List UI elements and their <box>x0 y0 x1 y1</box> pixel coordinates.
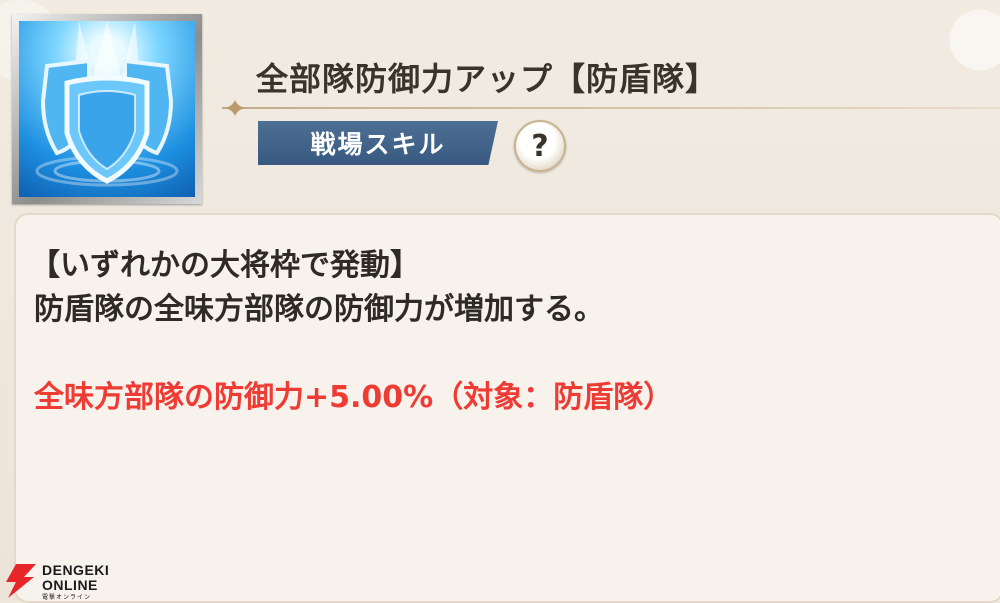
skill-icon-frame <box>12 14 202 204</box>
help-button[interactable]: ? <box>514 120 566 172</box>
skill-effect: 全味方部隊の防御力+5.00%（対象：防盾隊） <box>34 380 674 415</box>
skill-description: 防盾隊の全味方部隊の防御力が増加する。 <box>34 292 604 327</box>
fleur-ornament-icon <box>225 100 245 116</box>
dengeki-online-watermark: DENGEKI ONLINE 電撃オンライン <box>2 560 132 601</box>
skill-title: 全部隊防御力アップ【防盾隊】 <box>256 60 719 98</box>
watermark-line1: DENGEKI <box>42 562 110 578</box>
skill-title-bar: 全部隊防御力アップ【防盾隊】 <box>222 40 802 106</box>
question-mark-icon: ? <box>531 128 549 164</box>
watermark-line2: ONLINE <box>42 577 98 593</box>
skill-trigger-condition: 【いずれかの大将枠で発動】 <box>30 248 420 283</box>
skill-category-label: 戦場スキル <box>310 130 446 159</box>
skill-category-badge: 戦場スキル <box>258 121 498 165</box>
lightning-bolt-icon <box>6 564 36 598</box>
shield-icon <box>19 21 195 197</box>
title-divider <box>222 107 1000 109</box>
